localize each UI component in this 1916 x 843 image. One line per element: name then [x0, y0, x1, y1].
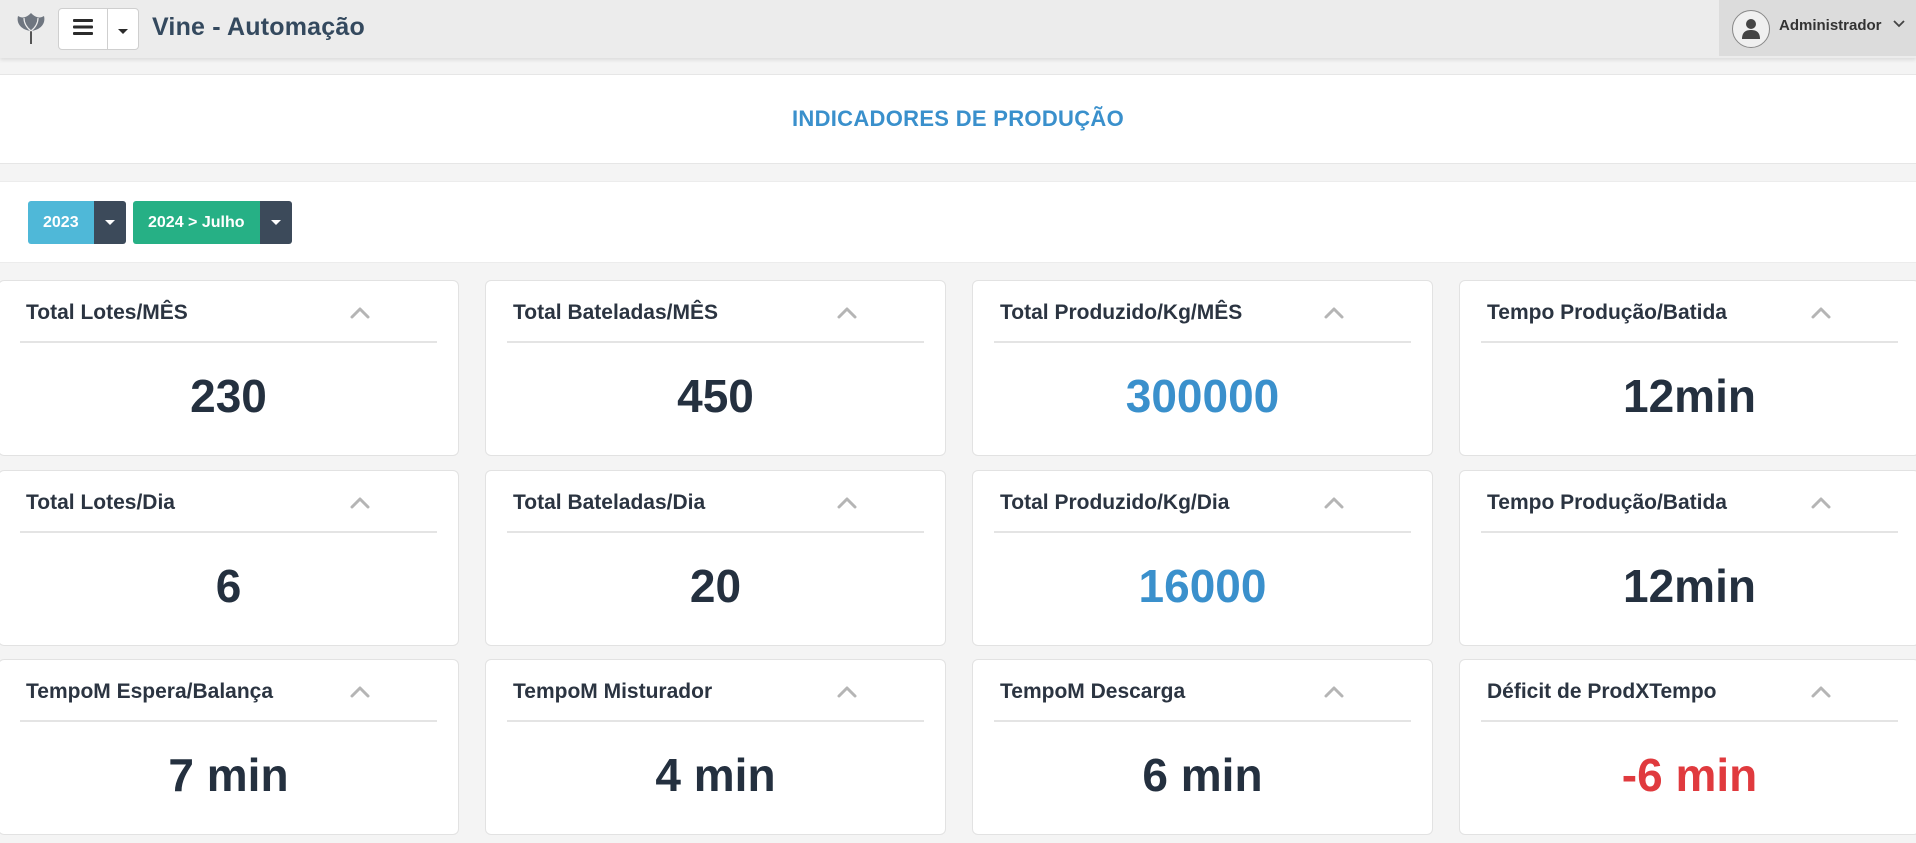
vine-leaf-logo-icon: [12, 10, 50, 48]
user-avatar-icon: [1732, 10, 1770, 48]
chevron-up-icon[interactable]: [836, 684, 858, 700]
period-filter-bar: 2023 2024 > Julho: [0, 181, 1916, 263]
month-filter-dropdown[interactable]: [259, 201, 292, 244]
user-name: Administrador: [1779, 17, 1882, 34]
sidebar-toggle-button[interactable]: [58, 8, 108, 50]
card-divider: [20, 531, 437, 533]
indicator-card: Total Produzido/Kg/Dia 16000: [972, 470, 1433, 646]
chevron-up-icon[interactable]: [836, 495, 858, 511]
card-title: Tempo Produção/Batida: [1487, 491, 1727, 514]
chevron-up-icon[interactable]: [836, 305, 858, 321]
indicator-card: Total Bateladas/MÊS 450: [485, 280, 946, 456]
month-filter-button[interactable]: 2024 > Julho: [133, 201, 260, 244]
indicator-card: Déficit de ProdXTempo -6 min: [1459, 659, 1916, 835]
card-divider: [1481, 531, 1898, 533]
card-value: 6: [215, 560, 242, 612]
indicator-card: Total Produzido/Kg/MÊS 300000: [972, 280, 1433, 456]
menu-dropdown-button[interactable]: [107, 8, 139, 50]
card-title: Total Bateladas/MÊS: [513, 301, 718, 324]
card-divider: [507, 531, 924, 533]
card-title: TempoM Misturador: [513, 680, 713, 703]
card-value: 16000: [1138, 560, 1267, 612]
card-title: Total Produzido/Kg/Dia: [1000, 491, 1230, 514]
page-title: INDICADORES DE PRODUÇÃO: [791, 106, 1125, 131]
page-title-section: INDICADORES DE PRODUÇÃO: [0, 74, 1916, 164]
card-divider: [994, 720, 1411, 722]
card-divider: [1481, 341, 1898, 343]
chevron-up-icon[interactable]: [349, 495, 371, 511]
indicator-card: Tempo Produção/Batida 12min: [1459, 280, 1916, 456]
month-filter-group: 2024 > Julho: [133, 201, 292, 244]
indicator-card: TempoM Descarga 6 min: [972, 659, 1433, 835]
card-value: 4 min: [655, 749, 776, 801]
chevron-up-icon[interactable]: [1810, 305, 1832, 321]
card-value: 12min: [1623, 560, 1756, 612]
card-value: 20: [689, 560, 742, 612]
indicator-card: Total Lotes/Dia 6: [0, 470, 459, 646]
card-title: TempoM Espera/Balança: [26, 680, 274, 703]
chevron-up-icon[interactable]: [349, 684, 371, 700]
card-value: 7 min: [168, 749, 289, 801]
card-value: 230: [190, 370, 267, 422]
card-value: 300000: [1125, 370, 1280, 422]
chevron-up-icon[interactable]: [349, 305, 371, 321]
card-value: 12min: [1623, 370, 1756, 422]
year-filter-group: 2023: [28, 201, 126, 244]
chevron-up-icon[interactable]: [1323, 684, 1345, 700]
indicator-card: TempoM Espera/Balança 7 min: [0, 659, 459, 835]
card-divider: [1481, 720, 1898, 722]
card-divider: [20, 341, 437, 343]
card-divider: [20, 720, 437, 722]
card-title: Déficit de ProdXTempo: [1487, 680, 1717, 703]
card-divider: [507, 341, 924, 343]
year-filter-dropdown[interactable]: [93, 201, 126, 244]
caret-down-icon: [270, 220, 281, 225]
caret-down-icon: [104, 220, 115, 225]
card-value: 450: [677, 370, 754, 422]
indicator-card: Total Lotes/MÊS 230: [0, 280, 459, 456]
caret-down-icon: [118, 28, 128, 34]
chevron-up-icon[interactable]: [1323, 495, 1345, 511]
indicator-card: Total Bateladas/Dia 20: [485, 470, 946, 646]
chevron-up-icon[interactable]: [1810, 495, 1832, 511]
card-title: TempoM Descarga: [1000, 680, 1186, 703]
card-divider: [994, 531, 1411, 533]
indicator-card: TempoM Misturador 4 min: [485, 659, 946, 835]
card-divider: [994, 341, 1411, 343]
user-menu[interactable]: Administrador: [1719, 0, 1916, 56]
hamburger-menu-icon: [73, 18, 93, 40]
card-title: Total Produzido/Kg/MÊS: [1000, 301, 1243, 324]
card-divider: [507, 720, 924, 722]
indicator-card: Tempo Produção/Batida 12min: [1459, 470, 1916, 646]
app-title: Vine - Automação: [152, 13, 365, 41]
card-title: Tempo Produção/Batida: [1487, 301, 1727, 324]
card-title: Total Lotes/Dia: [26, 491, 175, 514]
chevron-up-icon[interactable]: [1810, 684, 1832, 700]
chevron-down-icon: [1891, 16, 1907, 32]
top-navbar: Vine - Automação Administrador: [0, 0, 1916, 58]
card-title: Total Lotes/MÊS: [26, 301, 188, 324]
year-filter-button[interactable]: 2023: [28, 201, 94, 244]
card-title: Total Bateladas/Dia: [513, 491, 706, 514]
card-value: -6 min: [1621, 749, 1758, 801]
card-value: 6 min: [1142, 749, 1263, 801]
chevron-up-icon[interactable]: [1323, 305, 1345, 321]
